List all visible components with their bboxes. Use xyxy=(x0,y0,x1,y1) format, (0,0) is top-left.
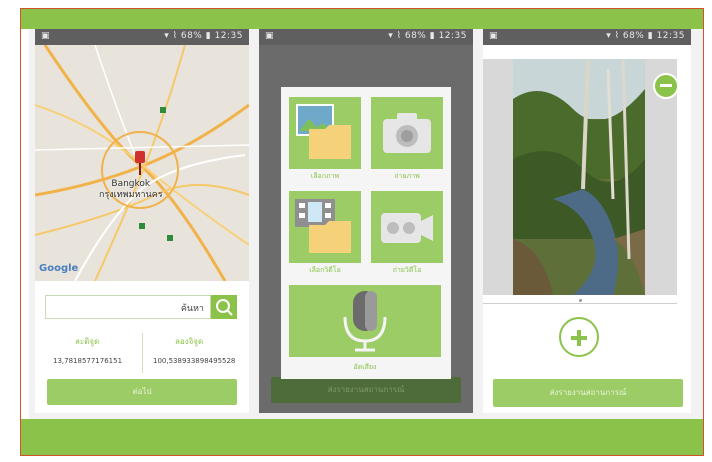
media-picker-dialog: เลือกภาพ ถ่ายภาพ เลือกวิดีโอ ถ่ายวิดีโอ … xyxy=(281,87,451,379)
video-folder-icon xyxy=(295,199,351,253)
submit-report-button-dimmed: ส่งรายงานสถานการณ์ xyxy=(271,377,461,403)
microphone-icon xyxy=(343,291,387,352)
notification-icon: ▣ xyxy=(41,31,50,41)
choose-video-label: เลือกวิดีโอ xyxy=(309,266,341,274)
phone-preview-screen: ▣ ▾ ⌇ 68% ▮ 12:35 ส่งรายงานสถานการณ์ xyxy=(483,29,691,413)
google-logo: Google xyxy=(39,263,79,274)
latitude-label: ละติจูด xyxy=(75,337,100,346)
battery-level: 68% xyxy=(404,31,427,41)
screenshot-frame: ▣ ▾ ⌇ 68% ▮ 12:35 Bangkok กรุงเทพมหานคร … xyxy=(20,8,704,456)
take-photo-tile[interactable] xyxy=(371,97,443,169)
location-pin-icon[interactable] xyxy=(135,151,145,177)
phone-media-picker-screen: ▣ ▾ ⌇ 68% ▮ 12:35 ส่งรายงานสถานการณ์ เลื… xyxy=(259,29,473,413)
take-photo-label: ถ่ายภาพ xyxy=(394,172,420,180)
record-video-tile[interactable] xyxy=(371,191,443,263)
city-name-th: กรุงเทพมหานคร xyxy=(99,190,163,200)
remove-media-button[interactable] xyxy=(653,73,679,99)
city-name-en: Bangkok xyxy=(111,179,151,189)
battery-level: 68% xyxy=(622,31,645,41)
clock: 12:35 xyxy=(656,31,685,41)
search-button[interactable] xyxy=(211,295,237,319)
submit-report-button[interactable]: ส่งรายงานสถานการณ์ xyxy=(493,379,683,407)
search-icon xyxy=(216,299,233,316)
clock: 12:35 xyxy=(214,31,243,41)
longitude-value: 100,538933898495528 xyxy=(153,357,236,365)
notification-icon: ▣ xyxy=(265,31,274,41)
status-bar: ▣ ▾ ⌇ 68% ▮ 12:35 xyxy=(259,29,473,45)
next-button[interactable]: ต่อไป xyxy=(47,379,237,405)
record-audio-label: อัดเสียง xyxy=(353,363,377,371)
choose-image-tile[interactable] xyxy=(289,97,361,169)
status-right: ▾ ⌇ 68% ▮ 12:35 xyxy=(388,31,467,41)
phone-location-screen: ▣ ▾ ⌇ 68% ▮ 12:35 Bangkok กรุงเทพมหานคร … xyxy=(35,29,249,413)
choose-video-tile[interactable] xyxy=(289,191,361,263)
status-bar: ▣ ▾ ⌇ 68% ▮ 12:35 xyxy=(483,29,691,45)
page-indicator-dot xyxy=(579,299,582,302)
camera-icon xyxy=(383,113,431,153)
longitude-label: ลองจิจูด xyxy=(175,337,204,346)
section-divider xyxy=(483,303,677,304)
status-right: ▾ ⌇ 68% ▮ 12:35 xyxy=(164,31,243,41)
search-row: ค้นหา xyxy=(45,295,237,319)
add-media-button[interactable] xyxy=(559,317,599,357)
forest-stream-photo xyxy=(513,59,645,295)
notification-icon: ▣ xyxy=(489,31,498,41)
map-view[interactable]: Bangkok กรุงเทพมหานคร Google xyxy=(35,45,249,281)
status-right: ▾ ⌇ 68% ▮ 12:35 xyxy=(606,31,685,41)
attached-photo[interactable] xyxy=(513,59,645,295)
latitude-value: 13,7818577176151 xyxy=(53,357,123,365)
clock: 12:35 xyxy=(438,31,467,41)
status-bar: ▣ ▾ ⌇ 68% ▮ 12:35 xyxy=(35,29,249,45)
record-video-label: ถ่ายวิดีโอ xyxy=(392,266,422,274)
map-city-label: Bangkok กรุงเทพมหานคร xyxy=(99,179,163,201)
preview-margin-left xyxy=(483,59,513,295)
image-folder-icon xyxy=(296,104,351,159)
coordinate-divider xyxy=(142,333,143,373)
video-camera-icon xyxy=(381,213,433,243)
record-audio-tile[interactable] xyxy=(289,285,441,357)
battery-level: 68% xyxy=(180,31,203,41)
choose-image-label: เลือกภาพ xyxy=(310,172,340,180)
search-input[interactable]: ค้นหา xyxy=(45,295,211,319)
previous-screen-edge xyxy=(21,29,29,419)
